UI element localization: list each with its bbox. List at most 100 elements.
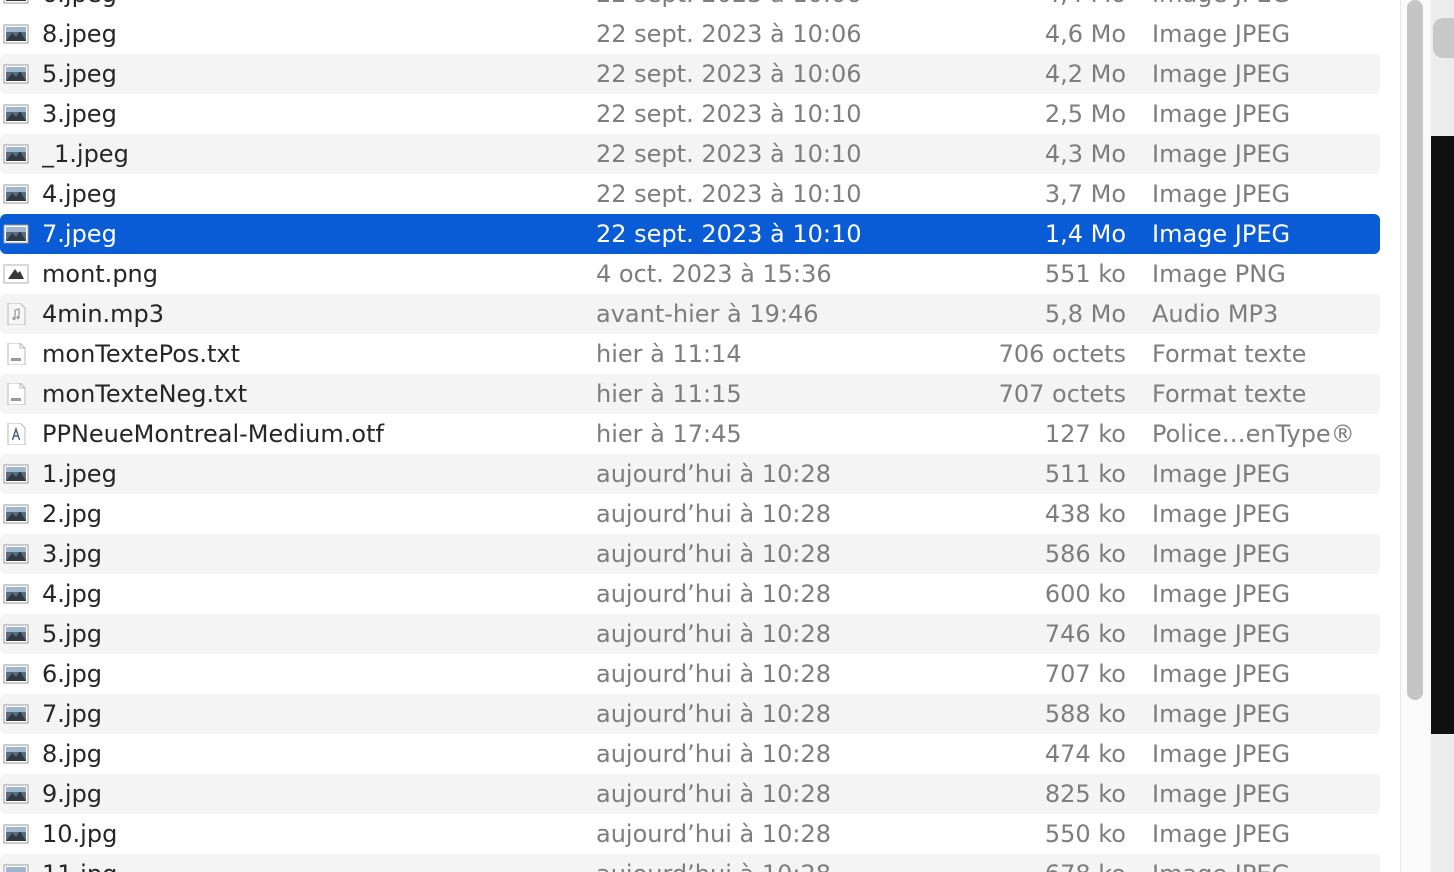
file-size: 825 ko	[1044, 780, 1126, 808]
date-modified: 22 sept. 2023 à 10:10	[596, 180, 862, 208]
file-size: 127 ko	[1044, 420, 1126, 448]
file-row[interactable]: 7.jpeg 22 sept. 2023 à 10:10 1,4 Mo Image J…	[0, 214, 1380, 254]
date-modified: hier à 11:15	[596, 380, 742, 408]
date-modified: hier à 11:14	[596, 340, 742, 368]
file-row[interactable]: 3.jpg aujourd’hui à 10:28 586 ko Image JPEG	[0, 534, 1380, 574]
file-kind: Image JPEG	[1152, 700, 1291, 728]
date-modified: aujourd’hui à 10:28	[596, 780, 832, 808]
image-thumbnail-icon	[3, 703, 29, 725]
date-modified: aujourd’hui à 10:28	[596, 660, 832, 688]
file-name: 11.jpg	[42, 854, 582, 872]
audio-file-icon	[3, 303, 29, 325]
file-row[interactable]: 4.jpeg 22 sept. 2023 à 10:10 3,7 Mo Image J…	[0, 174, 1380, 214]
date-modified: 22 sept. 2023 à 10:10	[596, 220, 862, 248]
file-name: 8.jpg	[42, 740, 103, 768]
image-thumbnail-icon	[3, 823, 29, 845]
file-kind: Image JPEG	[1152, 660, 1291, 688]
image-thumbnail-icon	[3, 223, 29, 245]
date-modified: aujourd’hui à 10:28	[596, 580, 832, 608]
date-modified: 22 sept. 2023 à 10:10	[596, 140, 862, 168]
file-name: 7.jpg	[42, 700, 103, 728]
file-row[interactable]: 4.jpg aujourd’hui à 10:28 600 ko Image JPEG	[0, 574, 1380, 614]
file-size: 5,8 Mo	[1044, 300, 1126, 328]
date-modified: aujourd’hui à 10:28	[596, 620, 832, 648]
image-thumbnail-icon	[3, 503, 29, 525]
file-row[interactable]: 6.jpeg 22 sept. 2023 à 10:064,4 Mo Image J…	[0, 0, 1380, 14]
image-thumbnail-icon	[3, 23, 29, 45]
file-size: 600 ko	[1044, 580, 1126, 608]
date-modified: avant-hier à 19:46	[596, 300, 819, 328]
file-kind: Image JPEG	[1152, 100, 1291, 128]
file-list: 6.jpeg22 sept. 2023 à 10:064,4 MoImage J…	[0, 0, 1380, 872]
file-size: 2,5 Mo	[1044, 100, 1126, 128]
file-name: 3.jpg	[42, 540, 103, 568]
file-size: 707 octets	[998, 380, 1126, 408]
file-row[interactable]: 5.jpg aujourd’hui à 10:28 746 ko Image JPEG	[0, 614, 1380, 654]
file-kind: Image JPEG	[1152, 500, 1291, 528]
file-row[interactable]: monTexteNeg.txt hier à 11:15 707 octets For…	[0, 374, 1380, 414]
file-name: _1.jpeg	[42, 140, 129, 168]
file-name: 5.jpg	[42, 620, 103, 648]
file-size: 4,4 Mo	[930, 0, 1126, 14]
file-row[interactable]: 9.jpg aujourd’hui à 10:28 825 ko Image JPEG	[0, 774, 1380, 814]
file-size: 474 ko	[1044, 740, 1126, 768]
file-size: 551 ko	[1044, 260, 1126, 288]
file-row[interactable]: 2.jpg aujourd’hui à 10:28 438 ko Image JPEG	[0, 494, 1380, 534]
image-thumbnail-icon	[3, 783, 29, 805]
file-kind: Image JPEG	[1152, 180, 1291, 208]
file-row[interactable]: 8.jpeg 22 sept. 2023 à 10:06 4,6 Mo Image J…	[0, 14, 1380, 54]
file-kind: Image JPEG	[1152, 460, 1291, 488]
image-thumbnail-icon	[3, 543, 29, 565]
file-row[interactable]: monTextePos.txt hier à 11:14 706 octets For…	[0, 334, 1380, 374]
file-name: 4.jpeg	[42, 180, 117, 208]
file-kind: Image JPEG	[1152, 20, 1291, 48]
file-row[interactable]: mont.png 4 oct. 2023 à 15:36 551 ko Image P…	[0, 254, 1380, 294]
file-size: 550 ko	[1044, 820, 1126, 848]
file-size: 3,7 Mo	[1044, 180, 1126, 208]
file-kind: Image JPEG	[1152, 60, 1291, 88]
file-row[interactable]: PPNeueMontreal-Medium.otf hier à 17:45 127…	[0, 414, 1380, 454]
file-name: 4min.mp3	[42, 300, 165, 328]
file-size: 4,6 Mo	[1044, 20, 1126, 48]
image-thumbnail-icon	[3, 463, 29, 485]
file-size: 4,2 Mo	[1044, 60, 1126, 88]
file-kind: Image JPEG	[1152, 220, 1291, 248]
file-row[interactable]: 5.jpeg 22 sept. 2023 à 10:06 4,2 Mo Image J…	[0, 54, 1380, 94]
date-modified: 22 sept. 2023 à 10:06	[596, 20, 862, 48]
file-name: 2.jpg	[42, 500, 103, 528]
file-row[interactable]: 6.jpg aujourd’hui à 10:28 707 ko Image JPEG	[0, 654, 1380, 694]
date-modified: aujourd’hui à 10:28	[596, 500, 832, 528]
file-kind: Image JPEG	[1152, 140, 1291, 168]
file-row[interactable]: _1.jpeg 22 sept. 2023 à 10:10 4,3 Mo Image …	[0, 134, 1380, 174]
file-kind: Image JPEG	[1152, 0, 1372, 14]
image-thumbnail-icon	[3, 663, 29, 685]
side-panel-handle[interactable]	[1433, 18, 1454, 58]
file-row[interactable]: 8.jpg aujourd’hui à 10:28 474 ko Image JPEG	[0, 734, 1380, 774]
file-row[interactable]: 7.jpg aujourd’hui à 10:28 588 ko Image JPEG	[0, 694, 1380, 734]
image-thumbnail-icon	[3, 863, 29, 872]
image-thumbnail-icon	[3, 0, 29, 5]
file-kind: Image JPEG	[1152, 854, 1372, 872]
date-modified: 4 oct. 2023 à 15:36	[596, 260, 832, 288]
file-kind: Image JPEG	[1152, 580, 1291, 608]
date-modified: hier à 17:45	[596, 420, 742, 448]
file-row[interactable]: 10.jpg aujourd’hui à 10:28 550 ko Image JPE…	[0, 814, 1380, 854]
vertical-scrollbar-thumb[interactable]	[1407, 0, 1423, 700]
file-size: 746 ko	[1044, 620, 1126, 648]
file-row[interactable]: 11.jpg aujourd’hui à 10:28678 ko Image JPE…	[0, 854, 1380, 872]
date-modified: aujourd’hui à 10:28	[596, 740, 832, 768]
file-kind: Image JPEG	[1152, 620, 1291, 648]
file-row[interactable]: 3.jpeg 22 sept. 2023 à 10:10 2,5 Mo Image J…	[0, 94, 1380, 134]
file-row[interactable]: 1.jpeg aujourd’hui à 10:28 511 ko Image JPE…	[0, 454, 1380, 494]
text-file-icon	[3, 343, 29, 365]
date-modified: 22 sept. 2023 à 10:06	[596, 60, 862, 88]
image-thumbnail-icon	[3, 63, 29, 85]
file-name: 6.jpg	[42, 660, 103, 688]
file-row[interactable]: 4min.mp3 avant-hier à 19:46 5,8 Mo Audio MP…	[0, 294, 1380, 334]
file-kind: Image JPEG	[1152, 820, 1291, 848]
file-size: 511 ko	[1044, 460, 1126, 488]
preview-panel	[1431, 136, 1454, 734]
file-name: 3.jpeg	[42, 100, 117, 128]
png-thumbnail-icon	[3, 263, 29, 285]
file-size: 707 ko	[1044, 660, 1126, 688]
